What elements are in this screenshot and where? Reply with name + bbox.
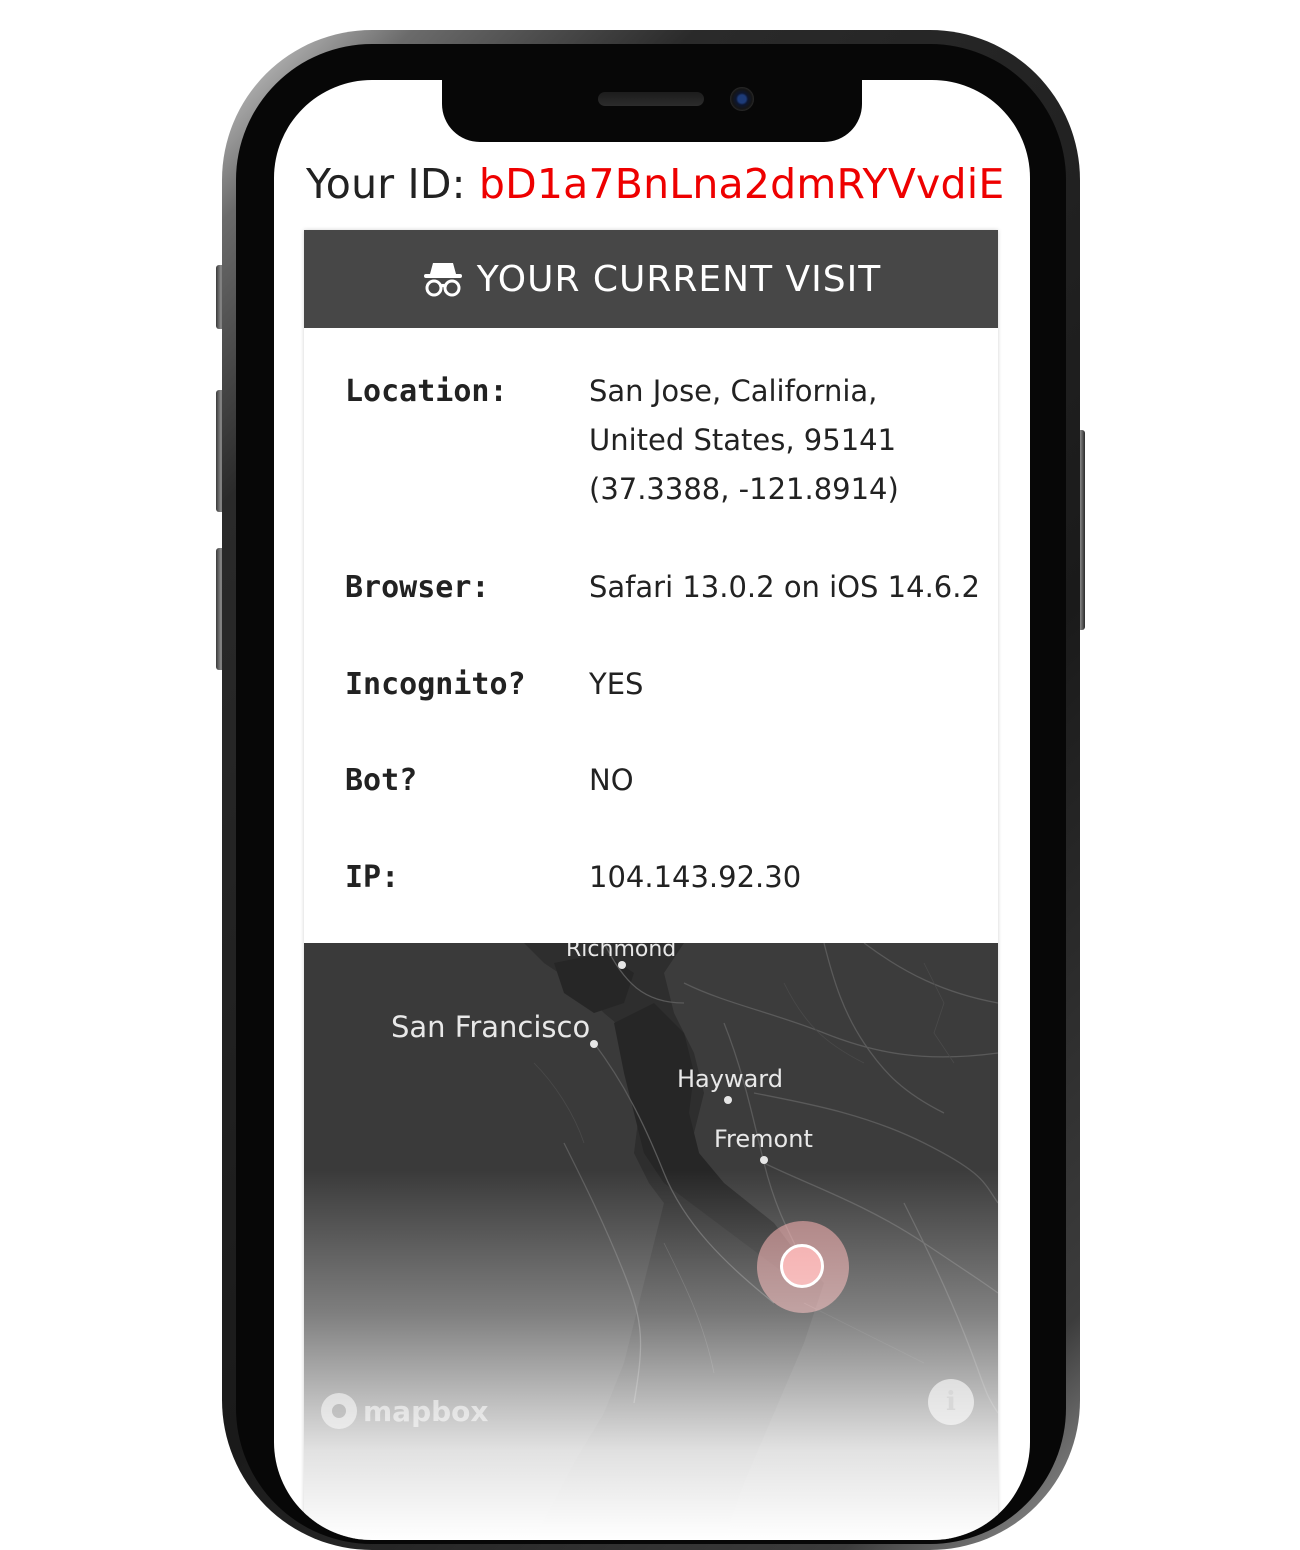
visitor-id-label: Your ID: bbox=[306, 160, 466, 208]
location-coordinates: (37.3388, -121.8914) bbox=[589, 472, 899, 506]
city-label-fremont: Fremont bbox=[714, 1125, 813, 1153]
card-title: YOUR CURRENT VISIT bbox=[476, 258, 882, 300]
phone-screen: Your ID: bD1a7BnLna2dmRYVvdiE YOUR CURRE… bbox=[274, 80, 1030, 1540]
ip-value: 104.143.92.30 bbox=[589, 860, 802, 894]
bot-label: Bot? bbox=[345, 763, 418, 798]
mapbox-logo[interactable]: mapbox bbox=[321, 1393, 488, 1429]
browser-label: Browser: bbox=[345, 570, 490, 605]
visitor-id-line: Your ID: bD1a7BnLna2dmRYVvdiE bbox=[306, 160, 1004, 208]
city-label-hayward: Hayward bbox=[677, 1065, 783, 1093]
incognito-label: Incognito? bbox=[345, 667, 526, 702]
ip-label: IP: bbox=[345, 860, 400, 895]
bot-value: NO bbox=[589, 763, 634, 797]
location-label: Location: bbox=[345, 374, 508, 409]
earpiece-speaker bbox=[598, 92, 704, 106]
mapbox-icon bbox=[321, 1393, 357, 1429]
location-line: United States, 95141 bbox=[589, 423, 897, 457]
card-header: YOUR CURRENT VISIT bbox=[304, 230, 998, 328]
city-dot bbox=[590, 1040, 598, 1048]
info-icon[interactable]: i bbox=[928, 1379, 974, 1425]
incognito-spy-icon bbox=[423, 263, 462, 297]
city-label-richmond: Richmond bbox=[566, 943, 677, 962]
incognito-value: YES bbox=[589, 667, 644, 701]
current-visit-card: YOUR CURRENT VISIT Location: San Jose, C… bbox=[304, 230, 998, 1540]
city-dot bbox=[618, 961, 626, 969]
front-camera-icon bbox=[730, 87, 754, 111]
location-map[interactable]: Richmond San Francisco Hayward Fremont m… bbox=[304, 943, 998, 1540]
mapbox-wordmark: mapbox bbox=[363, 1394, 489, 1428]
city-dot bbox=[724, 1096, 732, 1104]
location-value: San Jose, California, United States, 951… bbox=[589, 367, 989, 514]
location-marker-icon[interactable] bbox=[780, 1244, 824, 1288]
visitor-id-value: bD1a7BnLna2dmRYVvdiE bbox=[478, 160, 1005, 208]
browser-value: Safari 13.0.2 on iOS 14.6.2 bbox=[589, 570, 980, 604]
location-line: San Jose, California, bbox=[589, 374, 878, 408]
city-label-san-francisco: San Francisco bbox=[391, 1010, 591, 1044]
city-dot bbox=[760, 1156, 768, 1164]
phone-notch bbox=[442, 76, 862, 142]
